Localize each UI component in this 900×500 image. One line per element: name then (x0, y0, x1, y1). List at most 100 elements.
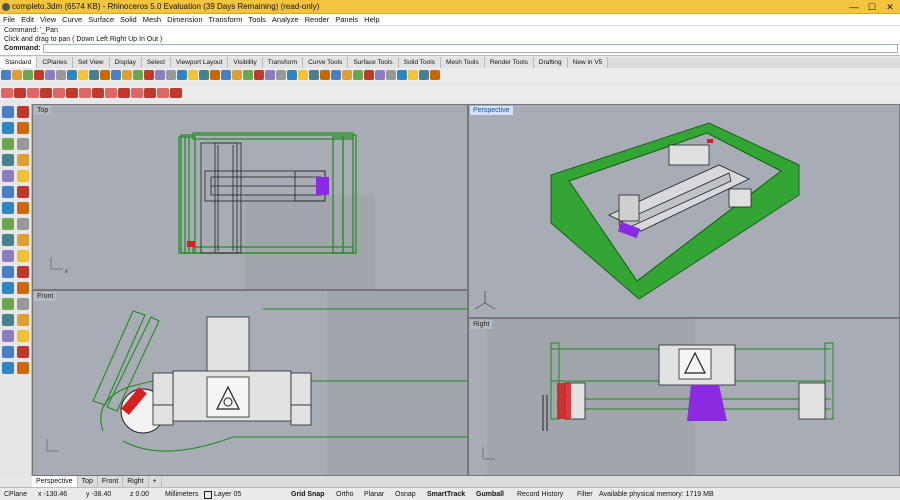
toolbar-icon-button[interactable] (92, 88, 104, 98)
menu-edit[interactable]: Edit (18, 14, 37, 26)
toolbar-icon-button[interactable] (287, 70, 297, 80)
toolbar-icon-button[interactable] (118, 88, 130, 98)
viewport-front[interactable]: Front (32, 290, 468, 476)
toolbar-icon-button[interactable] (199, 70, 209, 80)
tab-mesh-tools[interactable]: Mesh Tools (440, 57, 485, 68)
toolbar-icon-button[interactable] (353, 70, 363, 80)
tab-cplanes[interactable]: CPlanes (37, 57, 73, 68)
smarttrack-toggle[interactable]: SmartTrack (427, 489, 465, 500)
toolbar-icon-button[interactable] (1, 70, 11, 80)
tool-palette-button[interactable] (17, 138, 29, 150)
toolbar-icon-button[interactable] (40, 88, 52, 98)
tool-palette-button[interactable] (2, 314, 14, 326)
tool-palette-button[interactable] (2, 138, 14, 150)
tool-palette-button[interactable] (2, 362, 14, 374)
toolbar-icon-button[interactable] (67, 70, 77, 80)
viewport-tab-perspective[interactable]: Perspective (32, 476, 78, 487)
menu-tools[interactable]: Tools (245, 14, 269, 26)
tab-display[interactable]: Display (109, 57, 142, 68)
toolbar-icon-button[interactable] (342, 70, 352, 80)
planar-toggle[interactable]: Planar (364, 489, 384, 500)
toolbar-icon-button[interactable] (100, 70, 110, 80)
tab-surface-tools[interactable]: Surface Tools (348, 57, 399, 68)
toolbar-icon-button[interactable] (78, 70, 88, 80)
viewport-label-perspective[interactable]: Perspective (470, 106, 513, 115)
tab-solid-tools[interactable]: Solid Tools (398, 57, 441, 68)
toolbar-icon-button[interactable] (386, 70, 396, 80)
menu-view[interactable]: View (37, 14, 59, 26)
viewport-tab-front[interactable]: Front (98, 476, 124, 487)
toolbar-icon-button[interactable] (105, 88, 117, 98)
tool-palette-button[interactable] (2, 250, 14, 262)
toolbar-icon-button[interactable] (23, 70, 33, 80)
tool-palette-button[interactable] (17, 122, 29, 134)
status-cplane[interactable]: CPlane (4, 489, 27, 500)
toolbar-icon-button[interactable] (79, 88, 91, 98)
status-layer[interactable]: Layer 05 (214, 489, 241, 500)
tab-visibility[interactable]: Visibility (228, 57, 263, 68)
toolbar-icon-button[interactable] (34, 70, 44, 80)
tool-palette-button[interactable] (2, 266, 14, 278)
toolbar-icon-button[interactable] (166, 70, 176, 80)
tool-palette-button[interactable] (17, 362, 29, 374)
menu-help[interactable]: Help (361, 14, 382, 26)
tab-select[interactable]: Select (141, 57, 171, 68)
toolbar-icon-button[interactable] (320, 70, 330, 80)
toolbar-icon-button[interactable] (111, 70, 121, 80)
toolbar-icon-button[interactable] (133, 70, 143, 80)
viewport-label-top[interactable]: Top (34, 106, 52, 115)
tool-palette-button[interactable] (17, 218, 29, 230)
toolbar-icon-button[interactable] (408, 70, 418, 80)
menu-surface[interactable]: Surface (85, 14, 117, 26)
toolbar-icon-button[interactable] (89, 70, 99, 80)
toolbar-icon-button[interactable] (221, 70, 231, 80)
tool-palette-button[interactable] (17, 250, 29, 262)
viewport-top[interactable]: x Top (32, 104, 468, 290)
layer-color-swatch[interactable] (204, 491, 212, 499)
tool-palette-button[interactable] (2, 170, 14, 182)
close-button[interactable]: ✕ (882, 1, 898, 13)
tool-palette-button[interactable] (17, 346, 29, 358)
toolbar-icon-button[interactable] (12, 70, 22, 80)
tab-drafting[interactable]: Drafting (533, 57, 568, 68)
add-viewport-tab-button[interactable]: + (149, 476, 162, 487)
tab-render-tools[interactable]: Render Tools (484, 57, 534, 68)
tool-palette-button[interactable] (2, 234, 14, 246)
toolbar-icon-button[interactable] (364, 70, 374, 80)
viewport-right[interactable]: Right (468, 318, 900, 476)
status-units[interactable]: Millimeters (165, 489, 198, 500)
toolbar-icon-button[interactable] (131, 88, 143, 98)
menu-file[interactable]: File (0, 14, 18, 26)
tool-palette-button[interactable] (2, 282, 14, 294)
tool-palette-button[interactable] (17, 202, 29, 214)
toolbar-icon-button[interactable] (243, 70, 253, 80)
toolbar-icon-button[interactable] (276, 70, 286, 80)
toolbar-icon-button[interactable] (66, 88, 78, 98)
toolbar-icon-button[interactable] (188, 70, 198, 80)
tool-palette-button[interactable] (17, 298, 29, 310)
filter-toggle[interactable]: Filter (577, 489, 593, 500)
viewport-label-front[interactable]: Front (34, 292, 57, 301)
grid-snap-toggle[interactable]: Grid Snap (291, 489, 324, 500)
toolbar-icon-button[interactable] (155, 70, 165, 80)
menu-transform[interactable]: Transform (206, 14, 246, 26)
toolbar-icon-button[interactable] (14, 88, 26, 98)
toolbar-icon-button[interactable] (144, 88, 156, 98)
gumball-toggle[interactable]: Gumball (476, 489, 504, 500)
tool-palette-button[interactable] (2, 106, 14, 118)
tool-palette-button[interactable] (17, 170, 29, 182)
record-history-toggle[interactable]: Record History (517, 489, 563, 500)
minimize-button[interactable]: — (846, 1, 862, 13)
tool-palette-button[interactable] (17, 330, 29, 342)
osnap-toggle[interactable]: Osnap (395, 489, 416, 500)
menu-dimension[interactable]: Dimension (164, 14, 205, 26)
toolbar-icon-button[interactable] (430, 70, 440, 80)
tab-new-in-v5[interactable]: New in V5 (567, 57, 609, 68)
tool-palette-button[interactable] (2, 202, 14, 214)
tool-palette-button[interactable] (17, 282, 29, 294)
tool-palette-button[interactable] (17, 106, 29, 118)
tab-viewport-layout[interactable]: Viewport Layout (170, 57, 229, 68)
toolbar-icon-button[interactable] (157, 88, 169, 98)
tab-transform[interactable]: Transform (262, 57, 304, 68)
ortho-toggle[interactable]: Ortho (336, 489, 354, 500)
